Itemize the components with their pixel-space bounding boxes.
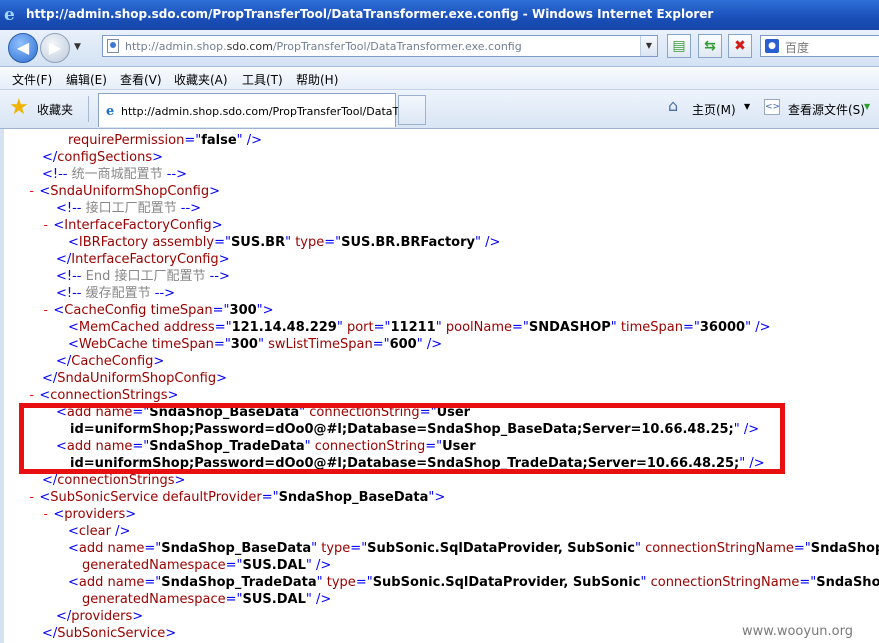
xml-line: - <InterfaceFactoryConfig>	[42, 218, 223, 233]
forward-arrow-icon: ▶	[48, 38, 62, 57]
back-arrow-icon: ◀	[16, 38, 30, 57]
collapse-toggle[interactable]: -	[28, 184, 35, 198]
xml-line: generatedNamespace="SUS.DAL" />	[82, 558, 332, 573]
search-box[interactable]: ● 百度	[760, 35, 879, 57]
collapse-toggle[interactable]: -	[28, 490, 35, 504]
address-url[interactable]: http://admin.shop.sdo.com/PropTransferTo…	[125, 40, 522, 53]
overflow-chevron-icon[interactable]: ▼	[864, 102, 870, 111]
xml-comment: <!-- End 接口工厂配置节 -->	[56, 269, 230, 284]
home-icon[interactable]: ⌂	[668, 98, 684, 114]
compatibility-view-button[interactable]: ▤	[667, 34, 691, 58]
xml-line: </SubSonicService>	[42, 626, 177, 641]
view-source-icon[interactable]: <>	[764, 99, 780, 115]
menu-help[interactable]: 帮助(H)	[296, 71, 338, 88]
internet-explorer-page-icon: e	[106, 104, 115, 119]
menu-bar: 文件(F) 编辑(E) 查看(V) 收藏夹(A) 工具(T) 帮助(H)	[0, 67, 879, 90]
xml-line: generatedNamespace="SUS.DAL" />	[82, 592, 332, 607]
xml-line: </InterfaceFactoryConfig>	[56, 252, 230, 267]
xml-comment: <!-- 接口工厂配置节 -->	[56, 201, 202, 216]
title-bar: e http://admin.shop.sdo.com/PropTransfer…	[0, 0, 879, 30]
menu-view[interactable]: 查看(V)	[120, 71, 162, 88]
xml-line: <clear />	[68, 524, 131, 539]
internet-explorer-icon: e	[4, 5, 15, 25]
baidu-search-icon: ●	[765, 39, 779, 53]
xml-line: <add name="SndaShop_TradeData" type="Sub…	[68, 575, 879, 590]
navigation-bar: ◀ ▶ ▼ http://admin.shop.sdo.com/PropTran…	[0, 30, 879, 67]
favorites-bar: ★ 收藏夹 e http://admin.shop.sdo.com/PropTr…	[0, 90, 879, 129]
recent-pages-dropdown-icon[interactable]: ▼	[74, 42, 81, 52]
xml-line: - <CacheConfig timeSpan="300">	[42, 303, 274, 318]
home-button[interactable]: 主页(M)	[692, 101, 736, 118]
xml-line: </SndaUniformShopConfig>	[42, 371, 227, 386]
xml-line: </providers>	[56, 609, 144, 624]
stop-icon: ✖	[734, 38, 746, 54]
tab-current-page[interactable]: e http://admin.shop.sdo.com/PropTransfer…	[98, 93, 412, 127]
xml-line: - <SubSonicService defaultProvider="Snda…	[28, 490, 446, 505]
refresh-button[interactable]: ⇆	[698, 34, 722, 58]
address-dropdown-icon[interactable]: ▼	[640, 36, 657, 56]
xml-line: - <SndaUniformShopConfig>	[28, 184, 220, 199]
xml-line: requirePermission="false" />	[68, 133, 263, 148]
xml-line: <WebCache timeSpan="300" swListTimeSpan=…	[68, 337, 443, 352]
favorites-star-icon[interactable]: ★	[9, 97, 29, 119]
window-title: http://admin.shop.sdo.com/PropTransferTo…	[26, 7, 714, 21]
favorites-button[interactable]: 收藏夹	[37, 101, 73, 118]
xml-document-view: requirePermission="false" /> </configSec…	[0, 129, 879, 643]
view-source-button[interactable]: 查看源文件(S)	[788, 101, 865, 118]
collapse-toggle[interactable]: -	[28, 388, 35, 402]
connection-strings-highlight-box	[19, 403, 785, 474]
collapse-toggle[interactable]: -	[42, 303, 49, 317]
refresh-icon: ⇆	[704, 38, 716, 54]
collapse-toggle[interactable]: -	[42, 507, 49, 521]
xml-line: </configSections>	[42, 150, 164, 165]
forward-button[interactable]: ▶	[40, 33, 70, 63]
menu-edit[interactable]: 编辑(E)	[66, 71, 107, 88]
collapse-toggle[interactable]: -	[42, 218, 49, 232]
menu-tools[interactable]: 工具(T)	[242, 71, 283, 88]
xml-comment: <!-- 统一商城配置节 -->	[42, 167, 188, 182]
xml-line: </connectionStrings>	[42, 473, 186, 488]
new-tab-button[interactable]	[398, 95, 426, 125]
xml-line: <add name="SndaShop_BaseData" type="SubS…	[68, 541, 879, 556]
xml-line: - <providers>	[42, 507, 137, 522]
tab-title: http://admin.shop.sdo.com/PropTransferTo…	[121, 105, 412, 118]
compatibility-view-icon: ▤	[672, 38, 686, 54]
xml-comment: <!-- 缓存配置节 -->	[56, 286, 176, 301]
watermark: www.wooyun.org	[742, 624, 854, 639]
address-bar[interactable]: http://admin.shop.sdo.com/PropTransferTo…	[102, 35, 658, 57]
home-dropdown-icon[interactable]: ▼	[744, 102, 750, 111]
toolbar-divider	[88, 96, 89, 122]
xml-line: <IBRFactory assembly="SUS.BR" type="SUS.…	[68, 235, 501, 250]
xml-line: </CacheConfig>	[56, 354, 165, 369]
xml-line: <MemCached address="121.14.48.229" port=…	[68, 320, 771, 335]
back-button[interactable]: ◀	[8, 33, 38, 63]
menu-favorites[interactable]: 收藏夹(A)	[174, 71, 228, 88]
stop-button[interactable]: ✖	[728, 34, 752, 58]
xml-line: - <connectionStrings>	[28, 388, 179, 403]
search-placeholder[interactable]: 百度	[785, 39, 809, 56]
menu-file[interactable]: 文件(F)	[12, 71, 52, 88]
page-icon	[107, 39, 119, 53]
